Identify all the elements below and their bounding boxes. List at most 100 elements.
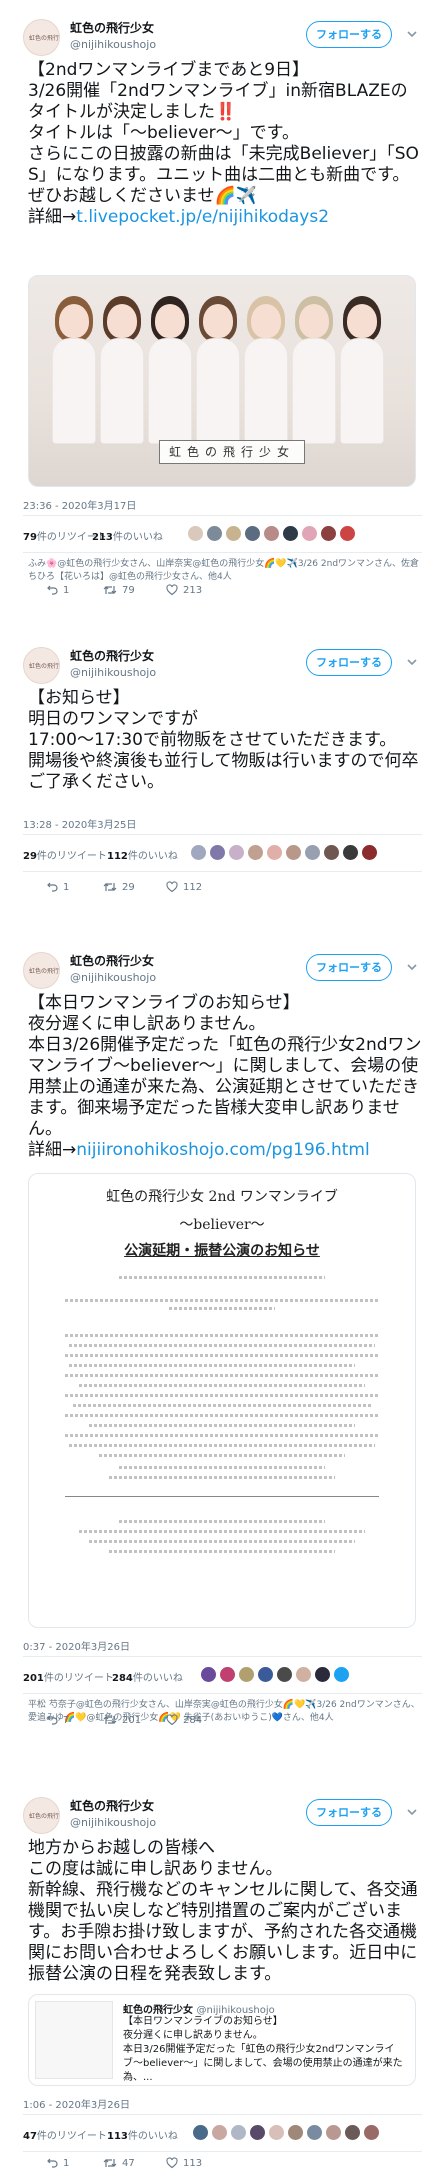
notice-title: 虹色の飛行少女 2nd ワンマンライブ [106,1189,338,1205]
like-count[interactable]: 284件のいいね [112,1669,183,1684]
quoted-display-name: 虹色の飛行少女 @nijihikoushojo [123,2005,275,2016]
avatar[interactable]: 虹色の飛行少女 [23,19,60,56]
tweet-card: 虹色の飛行少女 虹色の飛行少女 @nijihikoushojo フォローする 【… [0,933,445,1723]
retweet-count[interactable]: 201件のリツイート [23,1669,114,1684]
heart-icon [166,2157,178,2169]
member-figure [147,294,193,444]
follow-button[interactable]: フォローする [306,649,392,676]
reply-button[interactable]: 1 [46,584,69,596]
member-figure [339,294,385,444]
retweet-count[interactable]: 29件のリツイート [23,847,107,862]
retweet-icon [103,883,117,891]
timestamp[interactable]: 0:37 - 2020年3月26日 [0,1638,153,1653]
notice-image[interactable]: 虹色の飛行少女 2nd ワンマンライブ 〜believer〜 公演延期・振替公演… [28,1173,416,1628]
tweet-photo[interactable]: 虹色の飛行少女 [28,275,416,487]
tweet-card: 虹色の飛行少女 虹色の飛行少女 @nijihikoushojo フォローする 地… [0,1778,445,2175]
handle[interactable]: @nijihikoushojo [70,666,156,679]
tweet-card: 虹色の飛行少女 虹色の飛行少女 @nijihikoushojo フォローする 【… [0,0,445,596]
retweet-button[interactable]: 29 [103,881,135,893]
liker-avatars[interactable] [187,525,358,543]
like-button[interactable]: 112 [166,881,202,893]
display-name[interactable]: 虹色の飛行少女 [70,952,154,969]
quoted-tweet-thumbnail [35,2001,113,2079]
retweet-count[interactable]: 47件のリツイート [23,2127,107,2142]
quoted-tweet[interactable]: 虹色の飛行少女 @nijihikoushojo 【本日ワンマンライブのお知らせ】… [28,1994,416,2086]
chevron-down-icon[interactable] [405,1805,419,1819]
like-count[interactable]: 213件のいいね [92,528,163,543]
display-name[interactable]: 虹色の飛行少女 [70,647,154,664]
like-count[interactable]: 112件のいいね [107,847,178,862]
reply-button[interactable]: 1 [46,2157,69,2169]
like-count[interactable]: 113件のいいね [107,2127,178,2142]
tweet-link[interactable]: t.livepocket.jp/e/nijihikodays2 [76,207,329,227]
follow-button[interactable]: フォローする [306,21,392,48]
display-name[interactable]: 虹色の飛行少女 [70,1797,154,1814]
avatar-text: 虹色の飛行少女 [29,968,60,975]
heart-icon [166,1714,178,1726]
timestamp[interactable]: 1:06 - 2020年3月26日 [0,2096,153,2111]
tweet-link[interactable]: nijiironohikoshojo.com/pg196.html [76,1140,369,1160]
divider [23,871,422,872]
tweet-text-body: 【本日ワンマンライブのお知らせ】 夜分遅くに申し訳ありません。 本日3/26開催… [28,993,422,1160]
engagement-stats: 201件のリツイート 284件のいいね [0,1657,445,1693]
tweet-text-body: 地方からお越しの皆様へ この度は誠に申し訳ありません。 新幹線、飛行機などのキャ… [28,1838,418,1984]
tweet-actions: 1 29 112 [0,875,445,905]
member-figure [195,294,241,444]
chevron-down-icon[interactable] [405,960,419,974]
liker-avatars[interactable] [200,1666,352,1684]
tweet-separator [0,911,445,933]
tweet-text: 地方からお越しの皆様へ この度は誠に申し訳ありません。 新幹線、飛行機などのキャ… [0,1836,445,1985]
avatar[interactable]: 虹色の飛行少女 [23,952,60,989]
reply-button[interactable]: 1 [46,881,69,893]
like-button[interactable]: 213 [166,584,202,596]
avatar[interactable]: 虹色の飛行少女 [23,647,60,684]
tweet-text: 【2ndワンマンライブまであと9日】 3/26開催「2ndワンマンライブ」in新… [0,58,445,271]
chevron-down-icon[interactable] [405,27,419,41]
tweet-text-body: 【2ndワンマンライブまであと9日】 3/26開催「2ndワンマンライブ」in新… [28,60,419,227]
member-figure [291,294,337,444]
timestamp[interactable]: 13:28 - 2020年3月25日 [0,816,159,831]
follow-button[interactable]: フォローする [306,954,392,981]
follow-button[interactable]: フォローする [306,1799,392,1826]
tweet-header: 虹色の飛行少女 虹色の飛行少女 @nijihikoushojo フォローする [0,933,445,991]
engagement-stats: 47件のリツイート 113件のいいね [0,2115,445,2151]
reply-icon [47,585,58,595]
retweet-button[interactable]: 79 [103,584,135,596]
retweet-button[interactable]: 201 [103,1714,141,1726]
handle[interactable]: @nijihikoushojo [70,1816,156,1829]
tweet-actions: 1 79 213 [0,578,445,608]
like-button[interactable]: 284 [166,1714,202,1726]
tweet-text: 【お知らせ】 明日のワンマンですが 17:00〜17:30で前物販をさせていただ… [0,686,445,793]
heart-icon [166,584,178,596]
quoted-text: 【本日ワンマンライブのお知らせ】 夜分遅くに申し訳ありません。 本日3/26開催… [123,2016,403,2083]
handle[interactable]: @nijihikoushojo [70,38,156,51]
notice-divider [65,1496,379,1497]
member-figure [243,294,289,444]
tweet-card: 虹色の飛行少女 虹色の飛行少女 @nijihikoushojo フォローする 【… [0,628,445,911]
engagement-stats: 79件のリツイート 213件のいいね [0,516,445,552]
tweet-header: 虹色の飛行少女 虹色の飛行少女 @nijihikoushojo フォローする [0,0,445,58]
retweet-icon [103,2159,117,2167]
engagement-stats: 29件のリツイート 112件のいいね [0,835,445,871]
retweet-icon [103,586,117,594]
reply-button[interactable]: 7 [46,1714,69,1726]
member-figure [99,294,145,444]
avatar-text: 虹色の飛行少女 [29,1813,60,1820]
timestamp[interactable]: 23:36 - 2020年3月17日 [0,497,159,512]
avatar[interactable]: 虹色の飛行少女 [23,1797,60,1834]
tweet-actions: 7 201 284 [0,1708,445,1738]
liker-avatars[interactable] [192,2124,382,2142]
liker-avatars[interactable] [190,844,380,862]
tweet-actions: 1 47 113 [0,2151,445,2181]
like-button[interactable]: 113 [166,2157,202,2169]
retweet-button[interactable]: 47 [103,2157,135,2169]
reply-icon [47,882,58,892]
handle[interactable]: @nijihikoushojo [70,971,156,984]
chevron-down-icon[interactable] [405,655,419,669]
avatar-text: 虹色の飛行少女 [29,35,60,42]
tweet-separator [0,1738,445,1778]
reply-icon [47,2158,58,2168]
display-name[interactable]: 虹色の飛行少女 [70,19,154,36]
heart-icon [166,881,178,893]
tweet-text: 【本日ワンマンライブのお知らせ】 夜分遅くに申し訳ありません。 本日3/26開催… [0,991,445,1161]
